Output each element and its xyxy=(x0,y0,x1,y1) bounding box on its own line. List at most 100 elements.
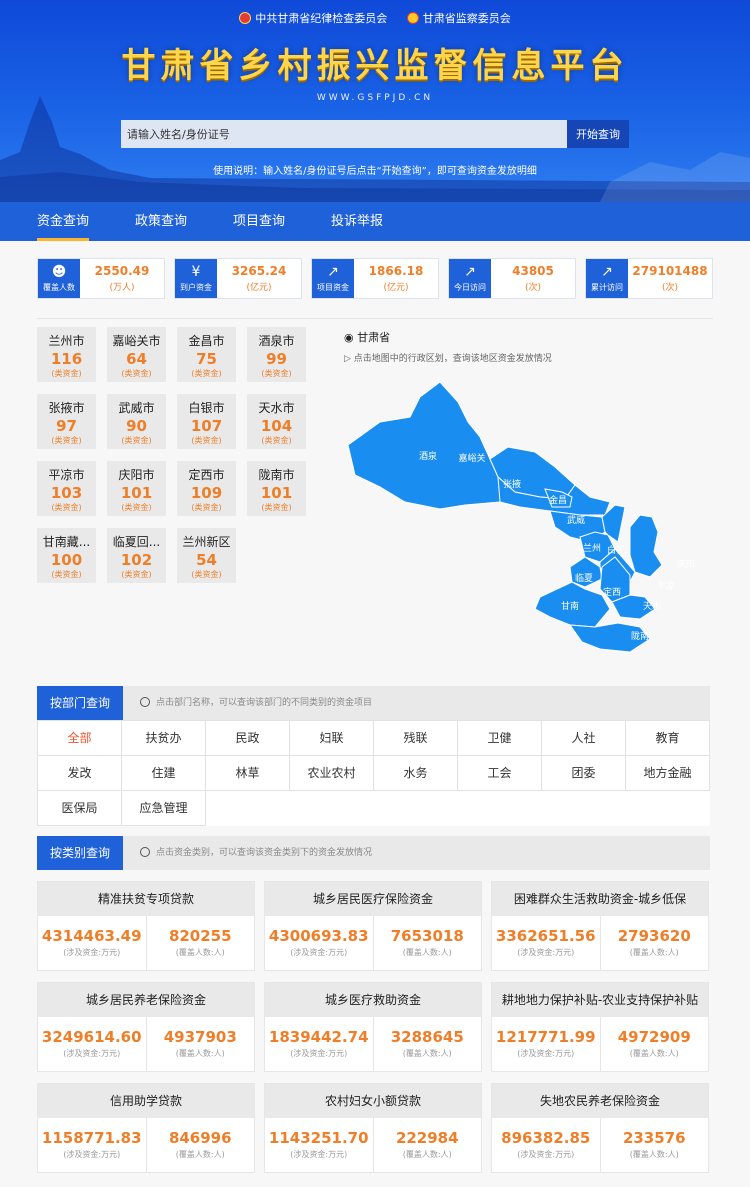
fund-amount: 3249614.60 xyxy=(41,1028,142,1046)
city-card[interactable]: 金昌市 75 (类资金) xyxy=(177,327,236,382)
city-card[interactable]: 兰州新区 54 (类资金) xyxy=(177,528,236,583)
fund-card[interactable]: 城乡医疗救助资金 1839442.74 (涉及资金:万元) 3288645 (覆盖人数:… xyxy=(264,982,482,1072)
city-name: 陇南市 xyxy=(258,468,295,482)
city-fund-unit: (类资金) xyxy=(191,570,222,579)
city-fund-unit: (类资金) xyxy=(261,369,292,378)
fund-card[interactable]: 信用助学贷款 1158771.83 (涉及资金:万元) 846996 (覆盖人数:人) xyxy=(37,1083,255,1173)
fund-people-label: (覆盖人数:人) xyxy=(629,1049,679,1058)
fund-card[interactable]: 失地农民养老保险资金 896382.85 (涉及资金:万元) 233576 (覆盖人数:… xyxy=(491,1083,709,1173)
city-card[interactable]: 平凉市 103 (类资金) xyxy=(37,461,96,516)
fund-amount: 1839442.74 xyxy=(268,1028,369,1046)
dept-item[interactable]: 全部 xyxy=(38,721,122,756)
fund-amount-label: (涉及资金:万元) xyxy=(63,1150,121,1159)
city-card[interactable]: 兰州市 116 (类资金) xyxy=(37,327,96,382)
org-bar: 中共甘肃省纪律检查委员会 甘肃省监察委员会 xyxy=(0,10,750,26)
city-card[interactable]: 庆阳市 101 (类资金) xyxy=(107,461,166,516)
city-fund-count: 75 xyxy=(196,350,217,368)
search-button[interactable]: 开始查询 xyxy=(567,120,629,148)
fund-amount: 896382.85 xyxy=(501,1129,591,1147)
org-cpc: 中共甘肃省纪律检查委员会 xyxy=(239,12,387,25)
stat-icon-box: ↗ 项目资金 xyxy=(312,259,354,298)
city-name: 甘南藏... xyxy=(42,535,91,549)
org-supervision: 甘肃省监察委员会 xyxy=(406,12,511,25)
dept-item[interactable]: 扶贫办 xyxy=(122,721,206,756)
search-input[interactable] xyxy=(121,120,567,148)
stat-icon-box: ¥ 到户资金 xyxy=(175,259,217,298)
nav-complaint-report[interactable]: 投诉举报 xyxy=(331,202,383,241)
dept-item[interactable]: 残联 xyxy=(374,721,458,756)
dept-item[interactable]: 人社 xyxy=(542,721,626,756)
city-fund-count: 54 xyxy=(196,551,217,569)
city-card[interactable]: 嘉峪关市 64 (类资金) xyxy=(107,327,166,382)
fund-card[interactable]: 农村妇女小额贷款 1143251.70 (涉及资金:万元) 222984 (覆盖人数:人… xyxy=(264,1083,482,1173)
nav-policy-query[interactable]: 政策查询 xyxy=(135,202,187,241)
dept-item[interactable]: 应急管理 xyxy=(122,791,206,826)
city-card[interactable]: 白银市 107 (类资金) xyxy=(177,394,236,449)
dept-item[interactable]: 农业农村 xyxy=(290,756,374,791)
city-fund-count: 102 xyxy=(120,551,153,569)
city-fund-unit: (类资金) xyxy=(51,570,82,579)
stat-unit: (亿元) xyxy=(383,283,409,293)
fund-amount-label: (涉及资金:万元) xyxy=(63,948,121,957)
city-name: 嘉峪关市 xyxy=(112,334,161,348)
stat-value: 279101488 xyxy=(632,264,708,278)
dept-item[interactable]: 卫健 xyxy=(458,721,542,756)
fund-card[interactable]: 城乡居民养老保险资金 3249614.60 (涉及资金:万元) 4937903 (覆盖人… xyxy=(37,982,255,1072)
national-emblem-icon xyxy=(406,12,419,24)
city-fund-unit: (类资金) xyxy=(51,436,82,445)
category-section-title[interactable]: 按类别查询 xyxy=(37,836,123,870)
city-name: 临夏回... xyxy=(112,535,161,549)
city-fund-unit: (类资金) xyxy=(191,436,222,445)
nav-fund-query[interactable]: 资金查询 xyxy=(37,202,90,241)
dept-item[interactable]: 工会 xyxy=(458,756,542,791)
dept-item[interactable]: 民政 xyxy=(206,721,290,756)
fund-title: 城乡医疗救助资金 xyxy=(265,983,481,1017)
city-name: 天水市 xyxy=(258,401,295,415)
fund-card[interactable]: 耕地地力保护补贴-农业支持保护补贴 1217771.99 (涉及资金:万元) 4972… xyxy=(491,982,709,1072)
fund-people: 7653018 xyxy=(390,927,464,945)
dept-item[interactable]: 地方金融 xyxy=(626,756,710,791)
city-name: 金昌市 xyxy=(188,334,225,348)
city-card[interactable]: 甘南藏... 100 (类资金) xyxy=(37,528,96,583)
dept-item[interactable]: 妇联 xyxy=(290,721,374,756)
city-fund-count: 109 xyxy=(190,484,223,502)
fund-card[interactable]: 困难群众生活救助资金-城乡低保 3362651.56 (涉及资金:万元) 279362… xyxy=(491,881,709,971)
map-region[interactable] xyxy=(629,514,663,578)
fund-people: 820255 xyxy=(168,927,232,945)
page-header: 中共甘肃省纪律检查委员会 甘肃省监察委员会 甘肃省乡村振兴监督信息平台 WWW.… xyxy=(0,0,750,202)
fund-people: 846996 xyxy=(168,1129,232,1147)
fund-card[interactable]: 城乡居民医疗保险资金 4300693.83 (涉及资金:万元) 7653018 (覆盖人… xyxy=(264,881,482,971)
map-region-label: 庆阳 xyxy=(677,558,695,570)
category-section-hint: 点击资金类别，可以查询该资金类别下的资金发放情况 xyxy=(140,836,372,870)
fund-people-label: (覆盖人数:人) xyxy=(402,1150,452,1159)
city-card[interactable]: 陇南市 101 (类资金) xyxy=(247,461,306,516)
dept-item[interactable]: 发改 xyxy=(38,756,122,791)
dept-item[interactable]: 水务 xyxy=(374,756,458,791)
fund-people: 3288645 xyxy=(390,1028,464,1046)
city-card[interactable]: 天水市 104 (类资金) xyxy=(247,394,306,449)
dept-section-hint: 点击部门名称，可以查询该部门的不同类别的资金项目 xyxy=(140,686,372,720)
dept-section-title[interactable]: 按部门查询 xyxy=(37,686,123,720)
stat-card: ¥ 到户资金 3265.24 (亿元) xyxy=(174,258,302,299)
fund-title: 农村妇女小额贷款 xyxy=(265,1084,481,1118)
map-regions[interactable] xyxy=(347,381,663,653)
fund-amount-label: (涉及资金:万元) xyxy=(63,1049,121,1058)
dept-item[interactable]: 教育 xyxy=(626,721,710,756)
fund-title: 城乡居民养老保险资金 xyxy=(38,983,254,1017)
city-card[interactable]: 酒泉市 99 (类资金) xyxy=(247,327,306,382)
city-card[interactable]: 武威市 90 (类资金) xyxy=(107,394,166,449)
map-region[interactable] xyxy=(347,381,516,510)
city-card[interactable]: 张掖市 97 (类资金) xyxy=(37,394,96,449)
dept-item[interactable]: 医保局 xyxy=(38,791,122,826)
fund-card[interactable]: 精准扶贫专项贷款 4314463.49 (涉及资金:万元) 820255 (覆盖人数:人… xyxy=(37,881,255,971)
fund-amount-label: (涉及资金:万元) xyxy=(517,1150,575,1159)
city-card[interactable]: 临夏回... 102 (类资金) xyxy=(107,528,166,583)
dept-item[interactable]: 住建 xyxy=(122,756,206,791)
fund-amount: 4314463.49 xyxy=(41,927,142,945)
search-bar: 开始查询 xyxy=(121,120,629,148)
nav-project-query[interactable]: 项目查询 xyxy=(233,202,285,241)
dept-item[interactable]: 林草 xyxy=(206,756,290,791)
dept-item[interactable]: 团委 xyxy=(542,756,626,791)
city-card[interactable]: 定西市 109 (类资金) xyxy=(177,461,236,516)
fund-amount-label: (涉及资金:万元) xyxy=(290,1150,348,1159)
